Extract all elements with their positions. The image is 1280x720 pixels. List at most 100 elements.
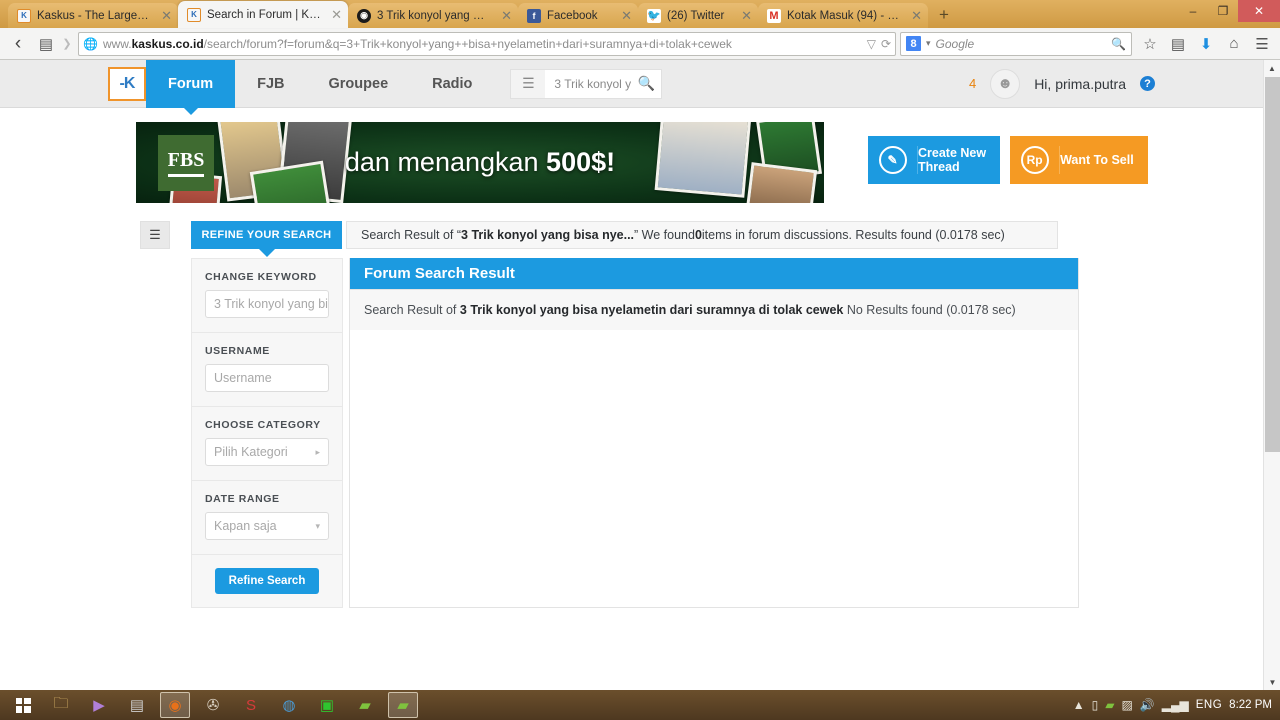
browser-tab[interactable]: K Kaskus - The Largest Ind... ✕ (8, 3, 178, 28)
signal-icon[interactable]: ▂▄▆ (1162, 698, 1189, 712)
start-icon[interactable] (8, 692, 38, 718)
refine-your-search-tab[interactable]: REFINE YOUR SEARCH (191, 221, 342, 257)
chevron-down-icon[interactable]: ▾ (926, 38, 931, 49)
close-button[interactable]: ✕ (1238, 0, 1280, 22)
browser-tab-active[interactable]: K Search in Forum | Kasku... ✕ (178, 1, 348, 28)
browser-tab[interactable]: f Facebook ✕ (518, 3, 638, 28)
list-icon[interactable]: ☰ (511, 69, 546, 98)
advertisement-banner[interactable]: FBS dan menangkan 500$! (136, 122, 824, 203)
tab-title: Kotak Masuk (94) - prim... (787, 9, 902, 22)
vertical-scrollbar[interactable]: ▲ ▼ (1263, 60, 1280, 690)
kaskus-icon: K (187, 7, 201, 22)
downloads-icon[interactable]: ⬇ (1192, 31, 1220, 57)
messenger-icon[interactable]: ▣ (312, 692, 342, 718)
search-icon[interactable]: 🔍 (631, 75, 661, 92)
site-nav-radio[interactable]: Radio (410, 60, 494, 108)
create-thread-label: Create New Thread (918, 146, 1000, 175)
kaskus-logo-icon[interactable]: -K (108, 66, 146, 101)
battery-icon[interactable]: ▯ (1092, 698, 1099, 712)
reading-list-icon[interactable]: ▤ (1164, 31, 1192, 57)
restore-button[interactable]: ❐ (1208, 0, 1238, 22)
tab-close-icon[interactable]: ✕ (618, 9, 632, 22)
fbs-logo-text: FBS (167, 149, 205, 177)
rupiah-icon-text: Rp (1020, 146, 1049, 174)
help-icon[interactable]: ? (1140, 76, 1155, 91)
system-tray: ▲ ▯ ▰ ▨ 🔊 ▂▄▆ ENG 8:22 PM (1073, 698, 1280, 712)
tab-close-icon[interactable]: ✕ (328, 8, 342, 21)
volume-icon[interactable]: 🔊 (1140, 698, 1155, 712)
stack-tray-icon[interactable]: ▰ (1105, 698, 1114, 712)
menu-icon[interactable]: ☰ (1248, 31, 1276, 57)
bookmark-star-icon[interactable]: ☆ (1136, 31, 1164, 57)
site-header: -K Forum FJB Groupee Radio ☰ 3 Trik kony… (0, 60, 1263, 115)
refine-label: USERNAME (205, 345, 270, 357)
address-bar[interactable]: 🌐 www.kaskus.co.id/search/forum?f=forum&… (78, 31, 896, 56)
chevron-down-icon[interactable]: ▽ (867, 37, 876, 51)
bookmarks-icon[interactable]: ▤ (32, 31, 60, 57)
file-explorer-icon[interactable]: 🗀 (46, 692, 76, 718)
list-toggle-icon[interactable]: ☰ (140, 221, 170, 249)
site-nav-groupee[interactable]: Groupee (307, 60, 411, 108)
browser-tab[interactable]: 🐦 (26) Twitter ✕ (638, 3, 758, 28)
tab-close-icon[interactable]: ✕ (908, 9, 922, 22)
want-to-sell-button[interactable]: Rp Want To Sell (1010, 136, 1148, 184)
idm-s-icon[interactable]: S (236, 692, 266, 718)
refine-submit-area: Refine Search (192, 555, 342, 607)
date-range-select[interactable]: Kapan saja ▾ (205, 512, 329, 540)
results-panel: Forum Search Result Search Result of 3 T… (349, 258, 1079, 608)
gmail-icon: M (767, 8, 781, 23)
home-icon[interactable]: ⌂ (1220, 31, 1248, 57)
download-manager-icon[interactable]: ◍ (274, 692, 304, 718)
refine-search-button[interactable]: Refine Search (214, 568, 320, 594)
username-input[interactable]: Username (205, 364, 329, 392)
tab-close-icon[interactable]: ✕ (498, 9, 512, 22)
browser-tab[interactable]: ◉ 3 Trik konyol yang mun... ✕ (348, 3, 518, 28)
scroll-down-icon[interactable]: ▼ (1264, 674, 1280, 690)
site-search-box[interactable]: ☰ 3 Trik konyol ya 🔍 (510, 68, 663, 99)
tray-expand-icon[interactable]: ▲ (1073, 698, 1085, 712)
scrollbar-thumb[interactable] (1265, 77, 1280, 452)
notification-count[interactable]: 4 (969, 76, 976, 91)
result-summary: Search Result of “3 Trik konyol yang bis… (346, 221, 1058, 249)
facebook-icon: f (527, 8, 541, 23)
scroll-up-icon[interactable]: ▲ (1264, 60, 1280, 76)
media-player-icon[interactable]: ▶ (84, 692, 114, 718)
search-summary-row: ☰ REFINE YOUR SEARCH Search Result of “3… (0, 221, 1263, 257)
field-value: 3 Trik konyol yang bi (214, 297, 328, 311)
tab-close-icon[interactable]: ✕ (738, 9, 752, 22)
refine-group-username: USERNAME Username (192, 333, 342, 407)
minimize-button[interactable]: – (1178, 0, 1208, 22)
choose-category-select[interactable]: Pilih Kategori ▸ (205, 438, 329, 466)
browser-tab[interactable]: M Kotak Masuk (94) - prim... ✕ (758, 3, 928, 28)
refine-label: CHOOSE CATEGORY (205, 419, 321, 431)
reload-icon[interactable]: ⟳ (881, 37, 891, 51)
tab-close-icon[interactable]: ✕ (158, 9, 172, 22)
search-icon[interactable]: 🔍 (1111, 37, 1126, 51)
create-thread-line2: Thread (918, 160, 960, 174)
refine-label: CHANGE KEYWORD (205, 271, 317, 283)
site-nav-fjb[interactable]: FJB (235, 60, 306, 108)
video-editor-icon[interactable]: ▤ (122, 692, 152, 718)
page-viewport: -K Forum FJB Groupee Radio ☰ 3 Trik kony… (0, 60, 1280, 690)
kaskus-page: -K Forum FJB Groupee Radio ☰ 3 Trik kony… (0, 60, 1263, 690)
results-suffix: No Results found (0.0178 sec) (843, 303, 1016, 317)
language-indicator[interactable]: ENG (1196, 699, 1222, 711)
network-blocked-icon[interactable]: ▨ (1121, 698, 1132, 712)
create-new-thread-button[interactable]: ✎ Create New Thread (868, 136, 1001, 184)
change-keyword-input[interactable]: 3 Trik konyol yang bi (205, 290, 329, 318)
new-tab-button[interactable]: + (932, 4, 956, 26)
stack-app-window-icon[interactable]: ▰ (388, 692, 418, 718)
clock[interactable]: 8:22 PM (1229, 699, 1272, 711)
browser-search-box[interactable]: 8 ▾ Google 🔍 (900, 31, 1132, 56)
search-input[interactable]: 3 Trik konyol ya (545, 77, 631, 91)
user-greeting[interactable]: Hi, prima.putra (1034, 76, 1126, 92)
site-nav-forum[interactable]: Forum (146, 60, 236, 115)
firefox-icon[interactable]: ◉ (160, 692, 190, 718)
avatar[interactable]: ☻ (990, 68, 1021, 99)
back-arrow-icon[interactable]: ‹ (4, 31, 32, 57)
utorrent-icon[interactable]: ✇ (198, 692, 228, 718)
summary-mid: ” We found (634, 228, 695, 242)
stack-app-icon[interactable]: ▰ (350, 692, 380, 718)
twitter-icon: 🐦 (647, 8, 661, 23)
refine-label: DATE RANGE (205, 493, 280, 505)
